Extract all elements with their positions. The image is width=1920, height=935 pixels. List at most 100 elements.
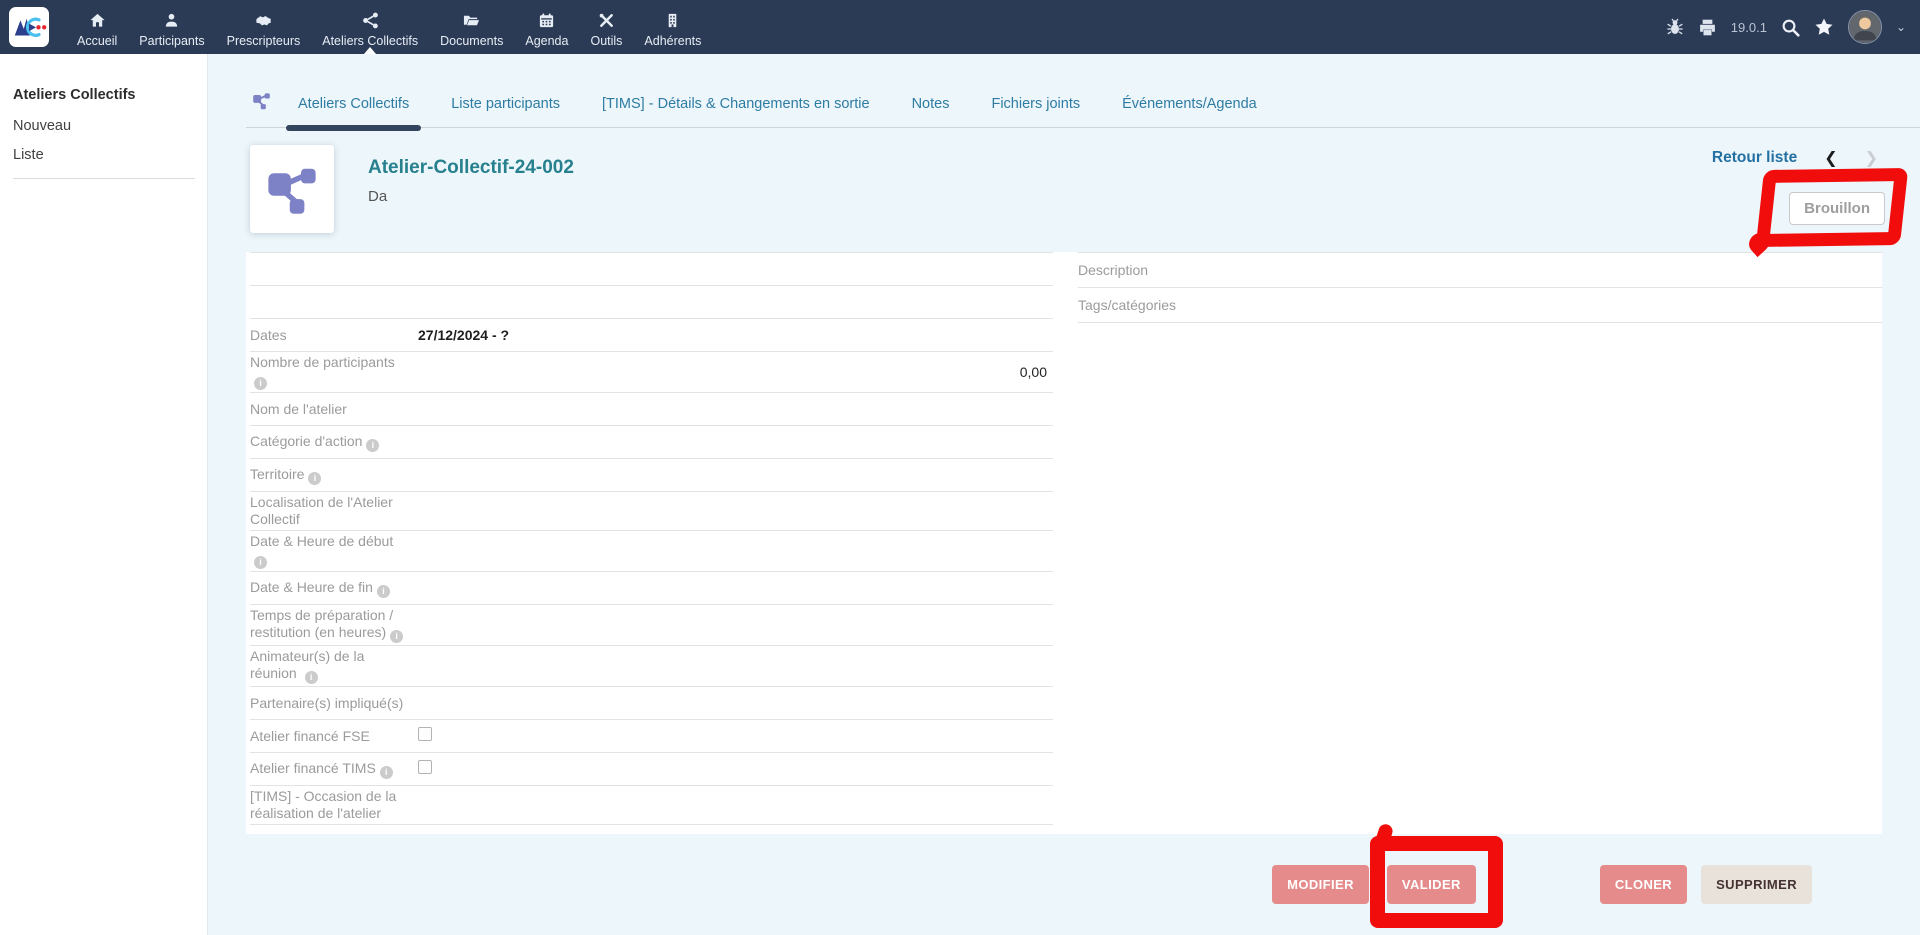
sidebar-item-nouveau[interactable]: Nouveau [13,118,195,134]
status-badge-area: Brouillon [1789,192,1885,225]
next-record-icon[interactable]: ❯ [1865,148,1878,168]
checkbox-atelier-finance-fse[interactable] [418,727,432,741]
field-label: Nombre de participants [250,354,395,370]
handshake-icon [255,12,272,29]
printer-icon[interactable] [1698,18,1717,37]
record-navigation: Retour liste ❮ ❯ [1712,148,1878,168]
info-icon: i [305,671,318,684]
table-row: Atelier financé FSE [250,720,1053,753]
valider-button[interactable]: VALIDER [1387,865,1476,904]
field-label: Date & Heure de fin [250,579,373,595]
star-icon[interactable] [1814,17,1834,37]
table-row: Territoire i [250,459,1053,492]
supprimer-button[interactable]: SUPPRIMER [1701,865,1812,904]
previous-record-icon[interactable]: ❮ [1824,148,1837,168]
field-label: Partenaire(s) impliqué(s) [250,695,418,712]
chevron-down-icon[interactable]: ⌄ [1896,20,1906,34]
logo-icon [10,8,48,46]
field-label: Localisation de l'Atelier Collectif [250,494,418,528]
field-label: Territoire [250,466,304,482]
info-icon: i [308,472,321,485]
menu-item-label: Agenda [525,34,568,48]
tools-icon [598,12,615,29]
field-value-dates: 27/12/2024 - ? [418,327,1053,344]
table-row: Date & Heure de fin i [250,572,1053,605]
org-nodes-icon [252,91,271,115]
table-row: Description [1078,253,1882,288]
table-row: Tags/catégories [1078,288,1882,323]
menu-item-label: Ateliers Collectifs [322,34,418,48]
top-navbar: Accueil Participants Prescripteurs Ateli… [0,0,1920,54]
search-icon[interactable] [1781,18,1800,37]
fields-table-right: Description Tags/catégories [1078,252,1882,834]
table-row: Partenaire(s) impliqué(s) [250,687,1053,720]
menu-item-documents[interactable]: Documents [429,0,514,54]
table-row-empty [250,286,1053,319]
table-row: Localisation de l'Atelier Collectif [250,492,1053,531]
fields-table-left: Dates 27/12/2024 - ? Nombre de participa… [250,252,1053,834]
table-row: [TIMS] - Occasion de la réalisation de l… [250,786,1053,825]
menu-item-label: Prescripteurs [227,34,301,48]
table-row: Temps de préparation / restitution (en h… [250,605,1053,646]
info-icon: i [366,439,379,452]
table-row: Nom de l'atelier [250,393,1053,426]
menu-item-ateliers-collectifs[interactable]: Ateliers Collectifs [311,0,429,54]
building-icon [664,12,681,29]
menu-item-label: Documents [440,34,503,48]
valider-button-area: VALIDER [1387,865,1476,904]
record-card: Dates 27/12/2024 - ? Nombre de participa… [246,252,1882,834]
table-row: Date & Heure de débuti [250,531,1053,572]
modifier-button[interactable]: MODIFIER [1272,865,1369,904]
menu-item-prescripteurs[interactable]: Prescripteurs [216,0,312,54]
tab-bar: Ateliers Collectifs Liste participants [… [246,54,1920,128]
info-icon: i [254,377,267,390]
object-reference: Atelier-Collectif-24-002 [368,157,574,179]
menu-item-adherents[interactable]: Adhérents [633,0,712,54]
object-banner: Atelier-Collectif-24-002 Da Retour liste… [208,128,1920,252]
object-icon-card [250,145,334,233]
home-icon [89,12,106,29]
menu-item-participants[interactable]: Participants [128,0,215,54]
tab-fichiers-joints[interactable]: Fichiers joints [970,96,1101,127]
person-icon [163,12,180,29]
table-row: Nombre de participants i 0,00 [250,352,1053,393]
tab-notes[interactable]: Notes [891,96,971,127]
main-menu: Accueil Participants Prescripteurs Ateli… [66,0,712,54]
menu-item-outils[interactable]: Outils [579,0,633,54]
navbar-right-cluster: 19.0.1 ⌄ [1666,10,1920,44]
action-bar: MODIFIER VALIDER CLONER SUPPRIMER [208,834,1920,935]
sidebar-item-liste[interactable]: Liste [13,147,195,163]
field-label: Nom de l'atelier [250,401,418,418]
menu-item-label: Accueil [77,34,117,48]
tab-liste-participants[interactable]: Liste participants [430,96,581,127]
info-icon: i [380,766,393,779]
share-nodes-icon [362,12,379,29]
menu-item-label: Participants [139,34,204,48]
back-to-list-link[interactable]: Retour liste [1712,149,1797,167]
bug-icon[interactable] [1666,18,1684,36]
tab-tims-details[interactable]: [TIMS] - Détails & Changements en sortie [581,96,891,127]
field-label: [TIMS] - Occasion de la réalisation de l… [250,788,418,822]
field-label: Atelier financé FSE [250,728,418,745]
tab-ateliers-collectifs[interactable]: Ateliers Collectifs [277,96,430,127]
app-logo[interactable] [9,7,49,47]
org-nodes-icon [265,162,319,216]
field-label: Temps de préparation / restitution (en h… [250,607,393,640]
table-row: Dates 27/12/2024 - ? [250,319,1053,352]
field-label: Dates [250,327,418,344]
info-icon: i [377,585,390,598]
avatar[interactable] [1848,10,1882,44]
avatar-image [1849,11,1881,43]
tab-evenements-agenda[interactable]: Événements/Agenda [1101,96,1278,127]
calendar-icon [538,12,555,29]
table-row-empty [250,253,1053,286]
field-label: Catégorie d'action [250,433,362,449]
status-badge: Brouillon [1789,192,1885,225]
menu-item-agenda[interactable]: Agenda [514,0,579,54]
menu-item-accueil[interactable]: Accueil [66,0,128,54]
menu-item-label: Outils [590,34,622,48]
cloner-button[interactable]: CLONER [1600,865,1687,904]
checkbox-atelier-finance-tims[interactable] [418,760,432,774]
menu-item-label: Adhérents [644,34,701,48]
field-value-participants: 0,00 [418,364,1053,381]
